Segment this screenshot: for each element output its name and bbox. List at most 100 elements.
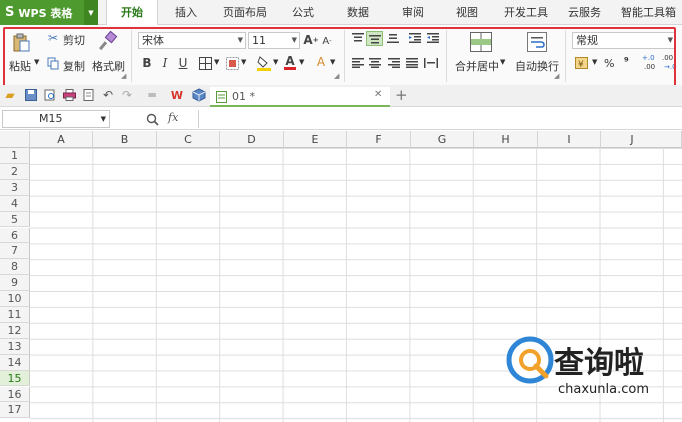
percent-style-button[interactable]: % <box>604 57 614 70</box>
column-header-e[interactable]: E <box>284 131 347 148</box>
format-painter-icon[interactable] <box>97 30 119 52</box>
paste-button[interactable]: 粘贴 <box>9 58 31 74</box>
save-icon[interactable] <box>24 88 38 102</box>
underline-icon[interactable]: U <box>176 55 190 71</box>
document-tab-close-icon[interactable]: ✕ <box>374 89 382 100</box>
align-left-icon[interactable] <box>350 56 366 70</box>
align-top-icon[interactable] <box>350 31 366 45</box>
column-header-j[interactable]: J <box>601 131 682 148</box>
row-header[interactable]: 12 <box>0 322 30 339</box>
increase-decimal-button[interactable]: +.0 <box>642 54 655 62</box>
distributed-align-icon[interactable] <box>422 56 439 70</box>
redo-icon[interactable]: ↷ <box>120 87 134 102</box>
align-center-icon[interactable] <box>367 56 383 70</box>
cube-icon[interactable] <box>191 87 207 103</box>
borders-icon[interactable] <box>197 55 213 71</box>
tab-smart-tools[interactable]: 智能工具箱 <box>621 0 676 25</box>
name-box[interactable]: M15 ▼ <box>2 110 110 128</box>
increase-indent-icon[interactable] <box>425 31 441 45</box>
copy-button[interactable]: 复制 <box>63 58 85 74</box>
undo-icon[interactable]: ↶ <box>101 87 115 102</box>
bold-icon[interactable]: B <box>140 55 154 71</box>
zoom-search-icon[interactable] <box>144 110 160 128</box>
tab-insert[interactable]: 插入 <box>175 0 197 25</box>
column-header-f[interactable]: F <box>347 131 411 148</box>
row-header[interactable]: 4 <box>0 195 30 212</box>
tab-home[interactable]: 开始 <box>106 0 158 26</box>
comma-style-button[interactable]: ⁹ <box>624 55 629 68</box>
row-header[interactable]: 15 <box>0 370 30 387</box>
wps-w-icon[interactable]: W <box>168 88 186 102</box>
tab-review[interactable]: 审阅 <box>402 0 424 25</box>
column-header-h[interactable]: H <box>474 131 538 148</box>
cut-button[interactable]: 剪切 <box>63 32 85 48</box>
formula-input[interactable] <box>198 110 682 128</box>
font-color-chevron-down-icon[interactable]: ▼ <box>299 58 304 66</box>
font-name-select[interactable]: 宋体 ▼ <box>138 32 246 49</box>
wrap-text-button[interactable]: 自动换行 <box>515 58 559 74</box>
column-header-b[interactable]: B <box>93 131 157 148</box>
row-header[interactable]: 17 <box>0 402 30 419</box>
select-all-corner[interactable] <box>0 131 30 148</box>
document-preview-icon[interactable] <box>82 88 96 102</box>
row-header[interactable]: 16 <box>0 386 30 403</box>
column-header-d[interactable]: D <box>220 131 284 148</box>
row-header[interactable]: 3 <box>0 179 30 196</box>
tab-page-layout[interactable]: 页面布局 <box>223 0 267 25</box>
app-menu-button[interactable]: S WPS 表格 ▼ <box>0 0 98 25</box>
decrease-indent-icon[interactable] <box>407 31 423 45</box>
currency-format-icon[interactable]: ¥ <box>574 55 590 71</box>
open-folder-icon[interactable]: ▰ <box>3 88 17 102</box>
clipboard-dialog-launcher-icon[interactable]: ◢ <box>121 72 126 80</box>
insert-function-icon[interactable]: fx <box>168 111 178 124</box>
borders-chevron-down-icon[interactable]: ▼ <box>214 58 219 66</box>
paste-icon[interactable] <box>10 32 32 54</box>
row-header[interactable]: 9 <box>0 275 30 292</box>
tab-developer[interactable]: 开发工具 <box>504 0 548 25</box>
decrease-font-size-icon[interactable]: A- <box>320 33 334 49</box>
column-header-a[interactable]: A <box>30 131 93 148</box>
increase-font-size-icon[interactable]: A + <box>303 32 318 48</box>
column-header-g[interactable]: G <box>411 131 474 148</box>
row-header[interactable]: 14 <box>0 354 30 371</box>
document-tab[interactable]: 01 * <box>210 87 390 107</box>
customize-toolbar-icon[interactable]: ═ <box>145 88 159 102</box>
tab-data[interactable]: 数据 <box>347 0 369 25</box>
number-format-chevron-down-icon[interactable]: ▼ <box>668 33 673 48</box>
fill-color-icon[interactable] <box>256 54 272 72</box>
merge-center-chevron-down-icon[interactable]: ▼ <box>500 58 505 66</box>
font-size-chevron-down-icon[interactable]: ▼ <box>292 33 297 48</box>
new-tab-plus-icon[interactable]: + <box>395 86 408 104</box>
clear-format-chevron-down-icon[interactable]: ▼ <box>330 58 335 66</box>
wrap-text-icon[interactable] <box>526 31 548 53</box>
tab-view[interactable]: 视图 <box>456 0 478 25</box>
tab-cloud[interactable]: 云服务 <box>568 0 601 25</box>
copy-icon[interactable] <box>46 56 60 70</box>
font-name-chevron-down-icon[interactable]: ▼ <box>238 33 243 48</box>
merge-center-icon[interactable] <box>469 31 493 53</box>
cell-style-chevron-down-icon[interactable]: ▼ <box>241 58 246 66</box>
alignment-dialog-launcher-icon[interactable]: ◢ <box>554 72 559 80</box>
italic-icon[interactable]: I <box>158 55 172 71</box>
number-format-select[interactable]: 常规 ▼ <box>572 32 676 49</box>
font-color-icon[interactable]: A <box>283 53 297 71</box>
name-box-chevron-down-icon[interactable]: ▼ <box>101 111 106 127</box>
justify-icon[interactable] <box>404 56 420 70</box>
align-bottom-icon[interactable] <box>385 31 401 45</box>
merge-center-button[interactable]: 合并居中 <box>455 58 499 74</box>
row-header[interactable]: 2 <box>0 163 30 180</box>
clear-format-icon[interactable]: A <box>313 54 329 70</box>
row-header[interactable]: 10 <box>0 291 30 307</box>
print-preview-icon[interactable] <box>43 88 57 102</box>
paste-dropdown-icon[interactable]: ▼ <box>34 58 39 66</box>
print-icon[interactable] <box>62 88 76 102</box>
row-header[interactable]: 11 <box>0 307 30 323</box>
fill-color-chevron-down-icon[interactable]: ▼ <box>273 58 278 66</box>
row-header[interactable]: 5 <box>0 211 30 228</box>
align-middle-icon[interactable] <box>366 31 383 46</box>
row-header[interactable]: 8 <box>0 259 30 276</box>
row-header[interactable]: 7 <box>0 243 30 260</box>
align-right-icon[interactable] <box>386 56 402 70</box>
scissors-icon[interactable]: ✂ <box>46 31 60 45</box>
app-menu-chevron-icon[interactable]: ▼ <box>84 0 98 25</box>
